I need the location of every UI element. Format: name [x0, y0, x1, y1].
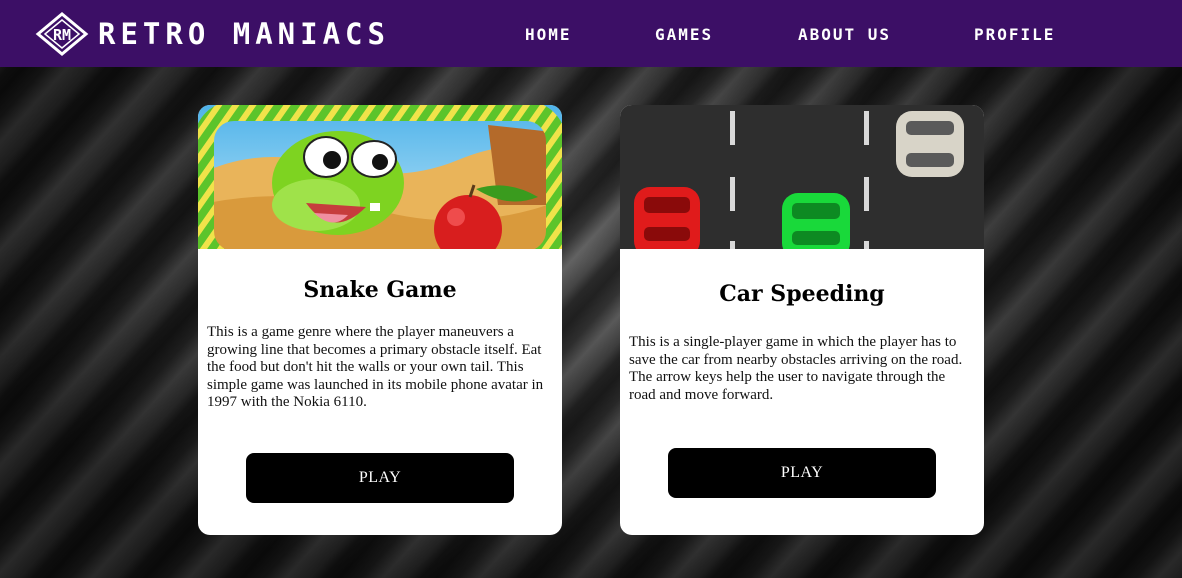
- nav-about-link[interactable]: ABOUT US: [798, 25, 891, 44]
- game-card-car-speeding: Car Speeding This is a single-player gam…: [620, 105, 984, 535]
- card-title: Snake Game: [303, 277, 457, 303]
- card-description: This is a single-player game in which th…: [629, 334, 963, 403]
- card-description: This is a game genre where the player ma…: [207, 324, 544, 410]
- nav-profile-link[interactable]: PROFILE: [974, 25, 1055, 44]
- game-card-snake: Snake Game This is a game genre where th…: [198, 105, 562, 535]
- snake-game-image: [198, 105, 562, 249]
- main-nav: HOME GAMES ABOUT US PROFILE: [0, 0, 1182, 67]
- red-car-icon: [634, 187, 700, 249]
- play-button[interactable]: PLAY: [246, 453, 514, 503]
- nav-games-link[interactable]: GAMES: [655, 25, 713, 44]
- car-speeding-image: [620, 105, 984, 249]
- white-car-icon: [896, 111, 964, 177]
- card-title: Car Speeding: [719, 281, 885, 307]
- nav-home-link[interactable]: HOME: [525, 25, 572, 44]
- top-navbar: RM RETRO MANIACS HOME GAMES ABOUT US PRO…: [0, 0, 1182, 67]
- play-button[interactable]: PLAY: [668, 448, 936, 498]
- green-car-icon: [782, 193, 850, 249]
